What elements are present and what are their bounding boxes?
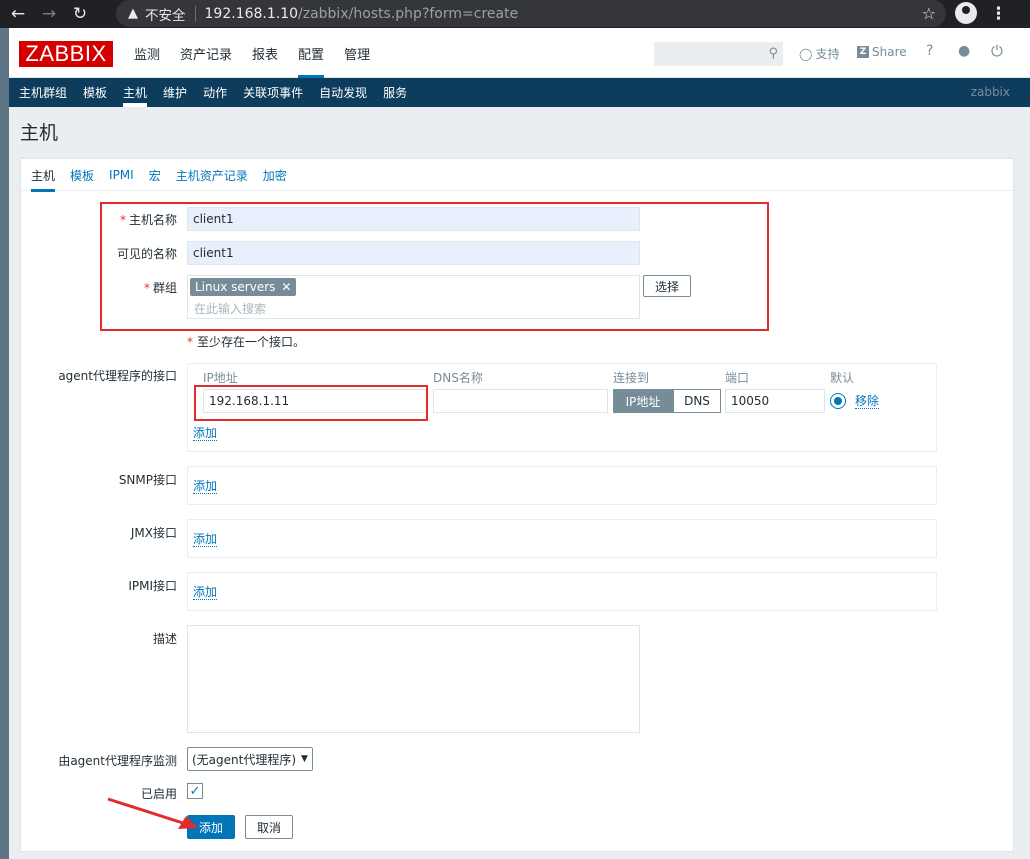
default-interface-radio[interactable] xyxy=(830,393,846,409)
tab-ipmi[interactable]: IPMI xyxy=(103,159,140,191)
connect-dns-toggle[interactable]: DNS xyxy=(673,389,721,413)
top-header: ZABBIX 监测 资产记录 报表 配置 管理 ⚲ ◯ 支持 Z Share ?… xyxy=(9,28,1030,79)
share-icon: Z xyxy=(857,46,869,58)
main-menu: 监测 资产记录 报表 配置 管理 xyxy=(129,28,385,79)
reload-icon[interactable]: ↻ xyxy=(67,1,93,27)
url-host: 192.168.1.10 xyxy=(204,5,299,22)
description-label: 描述 xyxy=(152,632,177,646)
remove-interface-link[interactable]: 移除 xyxy=(855,394,880,409)
tab-host[interactable]: 主机 xyxy=(25,159,61,192)
main-menu-configuration[interactable]: 配置 xyxy=(293,28,329,79)
column-dns: DNS名称 xyxy=(433,371,483,385)
user-profile-icon[interactable]: ● xyxy=(958,43,970,59)
cancel-button[interactable]: 取消 xyxy=(245,815,293,839)
subnav-host-groups[interactable]: 主机群组 xyxy=(11,78,75,107)
back-icon[interactable]: ← xyxy=(5,1,31,27)
annotation-box-ip xyxy=(194,385,428,421)
subnav-maintenance[interactable]: 维护 xyxy=(155,78,195,107)
jmx-interfaces-box xyxy=(187,519,937,558)
tab-macros[interactable]: 宏 xyxy=(143,159,167,191)
url-path: /zabbix/hosts.php?form=create xyxy=(298,5,519,22)
browser-menu-icon[interactable]: ⋮ xyxy=(990,4,1007,24)
tab-templates[interactable]: 模板 xyxy=(64,159,100,191)
support-link[interactable]: ◯ 支持 xyxy=(799,45,839,62)
add-agent-interface-link[interactable]: 添加 xyxy=(193,426,218,441)
insecure-label: 不安全 xyxy=(145,7,186,24)
jmx-interfaces-label: JMX接口 xyxy=(130,526,177,540)
host-form-panel: 主机 模板 IPMI 宏 主机资产记录 加密 * 主机名称 client1 可见的… xyxy=(20,158,1014,852)
support-label: 支持 xyxy=(815,47,840,61)
help-link[interactable]: ? xyxy=(926,43,933,59)
column-default: 默认 xyxy=(830,371,855,385)
interface-required-hint: * 至少存在一个接口。 xyxy=(187,333,305,350)
forward-icon[interactable]: → xyxy=(36,1,62,27)
agent-interfaces-label: agent代理程序的接口 xyxy=(58,369,177,383)
sub-navigation: 主机群组 模板 主机 维护 动作 关联项事件 自动发现 服务 zabbix xyxy=(9,78,1030,107)
search-icon[interactable]: ⚲ xyxy=(768,46,778,61)
main-menu-monitoring[interactable]: 监测 xyxy=(129,28,165,78)
subnav-event-correlation[interactable]: 关联项事件 xyxy=(235,78,311,107)
subnav-hosts[interactable]: 主机 xyxy=(115,78,155,107)
proxy-select[interactable]: (无agent代理程序) ▼ xyxy=(187,747,313,771)
main-menu-administration[interactable]: 管理 xyxy=(339,28,375,78)
main-menu-inventory[interactable]: 资产记录 xyxy=(175,28,237,78)
page-title: 主机 xyxy=(20,122,59,144)
snmp-interfaces-box xyxy=(187,466,937,505)
logout-icon[interactable]: ⏻ xyxy=(991,42,1003,60)
column-connect-to: 连接到 xyxy=(613,371,650,385)
column-port: 端口 xyxy=(725,371,750,385)
snmp-interfaces-label: SNMP接口 xyxy=(118,473,177,487)
current-user: zabbix xyxy=(970,85,1010,99)
tab-inventory[interactable]: 主机资产记录 xyxy=(170,159,254,191)
description-textarea[interactable] xyxy=(187,625,640,733)
ipmi-interfaces-box xyxy=(187,572,937,611)
ipmi-interfaces-label: IPMI接口 xyxy=(128,579,177,593)
agent-port-input[interactable]: 10050 xyxy=(725,389,825,413)
proxy-label: 由agent代理程序监测 xyxy=(58,754,177,768)
connect-ip-toggle[interactable]: IP地址 xyxy=(613,389,673,413)
annotation-box-hostname xyxy=(100,202,769,331)
address-bar[interactable]: ▲ 不安全 192.168.1.10/zabbix/hosts.php?form… xyxy=(116,0,946,27)
proxy-select-value: (无agent代理程序) xyxy=(192,752,297,767)
column-ip: IP地址 xyxy=(203,371,238,385)
required-mark: * xyxy=(187,335,193,349)
browser-toolbar: ← → ↻ ▲ 不安全 192.168.1.10/zabbix/hosts.ph… xyxy=(0,0,1030,28)
main-menu-reports[interactable]: 报表 xyxy=(247,28,283,78)
tab-encryption[interactable]: 加密 xyxy=(257,159,293,191)
subnav-discovery[interactable]: 自动发现 xyxy=(311,78,375,107)
add-jmx-interface-link[interactable]: 添加 xyxy=(193,532,218,547)
chevron-down-icon: ▼ xyxy=(301,754,308,764)
global-search-input[interactable]: ⚲ xyxy=(654,42,783,66)
subnav-templates[interactable]: 模板 xyxy=(75,78,115,107)
subnav-services[interactable]: 服务 xyxy=(375,78,415,107)
annotation-arrow-icon xyxy=(107,797,198,829)
warning-triangle-icon: ▲ xyxy=(128,6,138,21)
desktop-background-strip xyxy=(0,28,9,859)
share-link[interactable]: Z Share xyxy=(857,45,907,59)
subnav-actions[interactable]: 动作 xyxy=(195,78,235,107)
agent-dns-input[interactable] xyxy=(433,389,608,413)
profile-avatar-icon[interactable] xyxy=(955,2,977,24)
form-tabs: 主机 模板 IPMI 宏 主机资产记录 加密 xyxy=(21,159,1013,192)
add-snmp-interface-link[interactable]: 添加 xyxy=(193,479,218,494)
zabbix-logo[interactable]: ZABBIX xyxy=(19,41,113,67)
share-label: Share xyxy=(872,45,907,59)
interface-hint-text: 至少存在一个接口。 xyxy=(197,335,306,349)
headset-icon: ◯ xyxy=(799,46,813,61)
bookmark-star-icon[interactable]: ☆ xyxy=(922,4,936,23)
add-ipmi-interface-link[interactable]: 添加 xyxy=(193,585,218,600)
address-divider xyxy=(194,5,196,22)
